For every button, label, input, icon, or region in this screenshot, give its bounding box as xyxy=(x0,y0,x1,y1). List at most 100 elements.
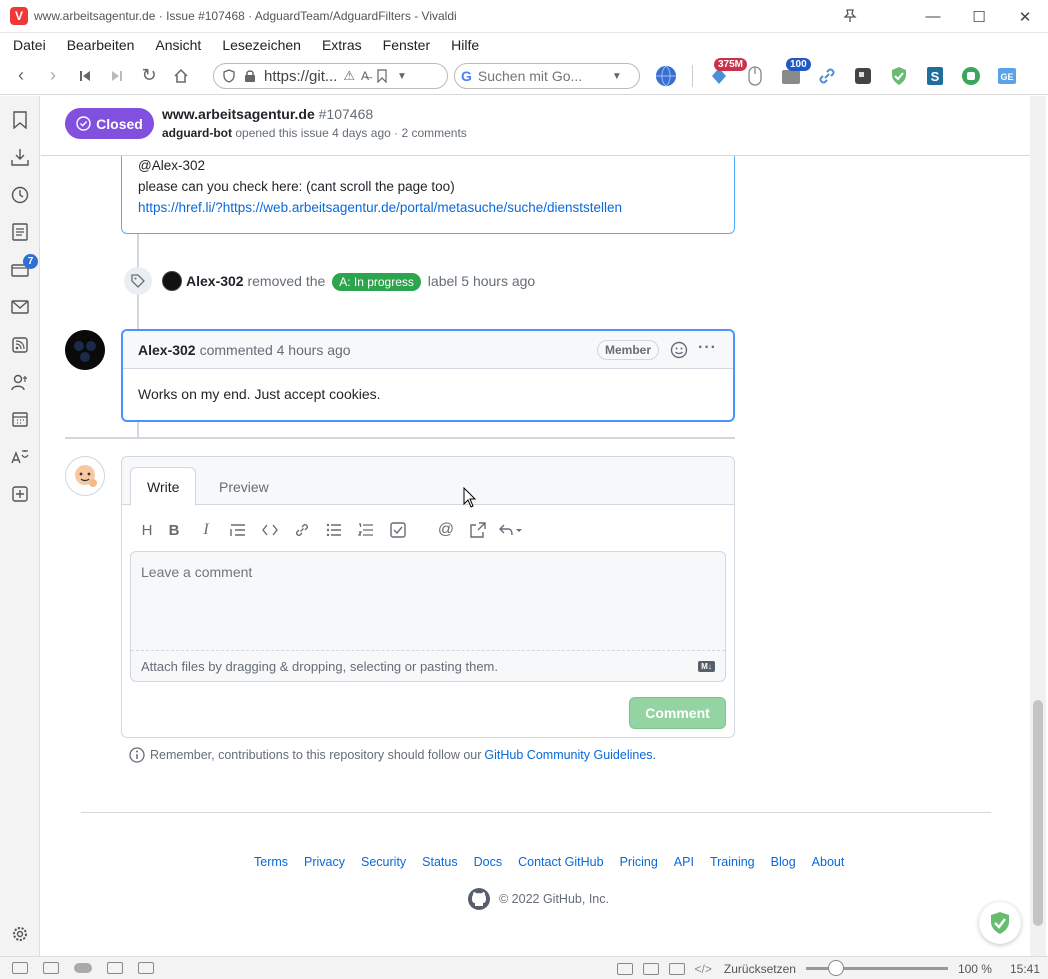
footer-link-privacy[interactable]: Privacy xyxy=(304,855,345,869)
comment-author-avatar[interactable] xyxy=(65,330,105,370)
footer-link-security[interactable]: Security xyxy=(361,855,406,869)
adguard-shield-icon[interactable] xyxy=(979,902,1021,944)
rewind-icon[interactable] xyxy=(69,61,101,91)
fast-forward-icon[interactable] xyxy=(101,61,133,91)
cross-reference-icon[interactable] xyxy=(462,519,494,541)
tile-icon[interactable] xyxy=(642,962,659,975)
address-bar[interactable]: https://git... ⚠ A̶ ▼ xyxy=(213,63,448,89)
globe-icon[interactable] xyxy=(655,65,677,87)
zoom-slider[interactable] xyxy=(805,960,948,976)
page-scrollbar[interactable] xyxy=(1030,96,1046,956)
minimize-button[interactable]: — xyxy=(910,0,956,33)
green-circle-icon[interactable] xyxy=(960,65,982,87)
mention-icon[interactable]: @ xyxy=(430,519,462,541)
menu-fenster[interactable]: Fenster xyxy=(370,37,438,53)
cloud-sync-icon[interactable] xyxy=(74,963,92,973)
chevron-down-icon[interactable]: ▼ xyxy=(397,71,407,82)
comment-time[interactable]: commented 4 hours ago xyxy=(200,342,351,358)
add-panel-icon[interactable] xyxy=(11,485,29,503)
zoom-reset-button[interactable]: Zurücksetzen xyxy=(724,962,796,976)
event-actor-avatar[interactable] xyxy=(162,271,182,291)
bold-icon[interactable]: B xyxy=(158,519,190,541)
footer-link-api[interactable]: API xyxy=(674,855,694,869)
menu-extras[interactable]: Extras xyxy=(309,37,370,53)
downloads-panel-icon[interactable] xyxy=(11,148,29,166)
menu-lesezeichen[interactable]: Lesezeichen xyxy=(209,37,309,53)
attach-files-hint[interactable]: Attach files by dragging & dropping, sel… xyxy=(131,650,725,681)
home-icon[interactable] xyxy=(165,61,197,91)
quote-icon[interactable] xyxy=(222,519,254,541)
notes-panel-icon[interactable] xyxy=(11,223,29,241)
footer-link-training[interactable]: Training xyxy=(710,855,755,869)
task-list-icon[interactable] xyxy=(382,519,414,541)
search-input[interactable] xyxy=(477,68,608,84)
feed-panel-icon[interactable] xyxy=(11,336,29,354)
menu-bearbeiten[interactable]: Bearbeiten xyxy=(54,37,143,53)
image-toggle-icon[interactable] xyxy=(668,962,685,975)
code-icon[interactable] xyxy=(254,519,286,541)
current-user-avatar[interactable] xyxy=(65,456,105,496)
link-insert-icon[interactable] xyxy=(286,519,318,541)
url-text[interactable]: https://git... xyxy=(264,68,337,85)
footer-link-pricing[interactable]: Pricing xyxy=(620,855,658,869)
previous-comment-link[interactable]: https://href.li/?https://web.arbeitsagen… xyxy=(138,200,622,215)
dark-square-icon[interactable] xyxy=(852,65,874,87)
menu-ansicht[interactable]: Ansicht xyxy=(142,37,209,53)
ge-icon[interactable]: GE xyxy=(996,65,1018,87)
bookmarks-panel-icon[interactable] xyxy=(11,111,29,129)
issue-title-text[interactable]: www.arbeitsagentur.de xyxy=(162,106,315,122)
shield-check-icon[interactable] xyxy=(888,65,910,87)
in-progress-label[interactable]: A: In progress xyxy=(332,273,421,291)
tab-tiling-icon[interactable] xyxy=(43,962,59,974)
unordered-list-icon[interactable] xyxy=(318,519,350,541)
menu-datei[interactable]: Datei xyxy=(0,37,54,53)
translate-icon[interactable]: A̶ xyxy=(361,69,369,83)
translate-panel-icon[interactable] xyxy=(11,448,29,466)
event-actor-name[interactable]: Alex-302 xyxy=(186,273,244,289)
mouse-icon[interactable] xyxy=(744,65,766,87)
footer-link-docs[interactable]: Docs xyxy=(474,855,502,869)
footer-link-about[interactable]: About xyxy=(812,855,845,869)
zoom-slider-knob[interactable] xyxy=(827,960,844,976)
contacts-panel-icon[interactable] xyxy=(11,373,29,391)
mail-status-icon[interactable] xyxy=(107,962,123,974)
calendar-panel-icon[interactable] xyxy=(11,410,29,428)
link-icon[interactable] xyxy=(816,65,838,87)
menu-hilfe[interactable]: Hilfe xyxy=(438,37,487,53)
scrollbar-thumb[interactable] xyxy=(1033,700,1043,926)
heading-icon[interactable]: H xyxy=(136,519,158,541)
image-ext-icon[interactable]: 100 xyxy=(780,58,811,87)
issue-author[interactable]: adguard-bot xyxy=(162,126,232,140)
forward-icon[interactable]: › xyxy=(37,61,69,91)
community-guidelines-link[interactable]: GitHub Community Guidelines. xyxy=(484,748,656,762)
comment-textarea[interactable] xyxy=(131,552,725,650)
history-panel-icon[interactable] xyxy=(11,186,29,204)
s-logo-icon[interactable]: S xyxy=(924,65,946,87)
footer-link-blog[interactable]: Blog xyxy=(771,855,796,869)
smiley-icon[interactable] xyxy=(670,341,688,359)
envelope-panel-icon[interactable] xyxy=(11,298,29,316)
markdown-icon[interactable]: M↓ xyxy=(698,661,715,672)
pin-icon[interactable] xyxy=(842,8,858,24)
more-options-icon[interactable]: ··· xyxy=(698,339,717,357)
saved-replies-icon[interactable] xyxy=(494,519,526,541)
warning-icon[interactable]: ⚠ xyxy=(343,68,355,84)
footer-link-contact[interactable]: Contact GitHub xyxy=(518,855,603,869)
footer-link-terms[interactable]: Terms xyxy=(254,855,288,869)
comment-author-name[interactable]: Alex-302 xyxy=(138,342,196,358)
bookmark-icon[interactable] xyxy=(377,69,387,83)
close-window-button[interactable]: ✕ xyxy=(1002,0,1048,33)
ordered-list-icon[interactable] xyxy=(350,519,382,541)
calendar-status-icon[interactable] xyxy=(138,962,154,974)
back-icon[interactable]: ‹ xyxy=(5,61,37,91)
comment-submit-button[interactable]: Comment xyxy=(629,697,726,729)
search-chevron-down-icon[interactable]: ▼ xyxy=(612,71,622,82)
search-bar[interactable]: G ▼ xyxy=(454,63,640,89)
capture-icon[interactable] xyxy=(616,962,633,975)
shield-outline-icon[interactable] xyxy=(222,69,236,83)
maximize-button[interactable]: ☐ xyxy=(956,0,1002,33)
panel-toggle-icon[interactable] xyxy=(12,962,28,974)
vivaldi-logo-icon[interactable]: V xyxy=(10,7,28,25)
settings-gear-icon[interactable] xyxy=(11,925,29,943)
reload-icon[interactable]: ↻ xyxy=(133,61,165,91)
